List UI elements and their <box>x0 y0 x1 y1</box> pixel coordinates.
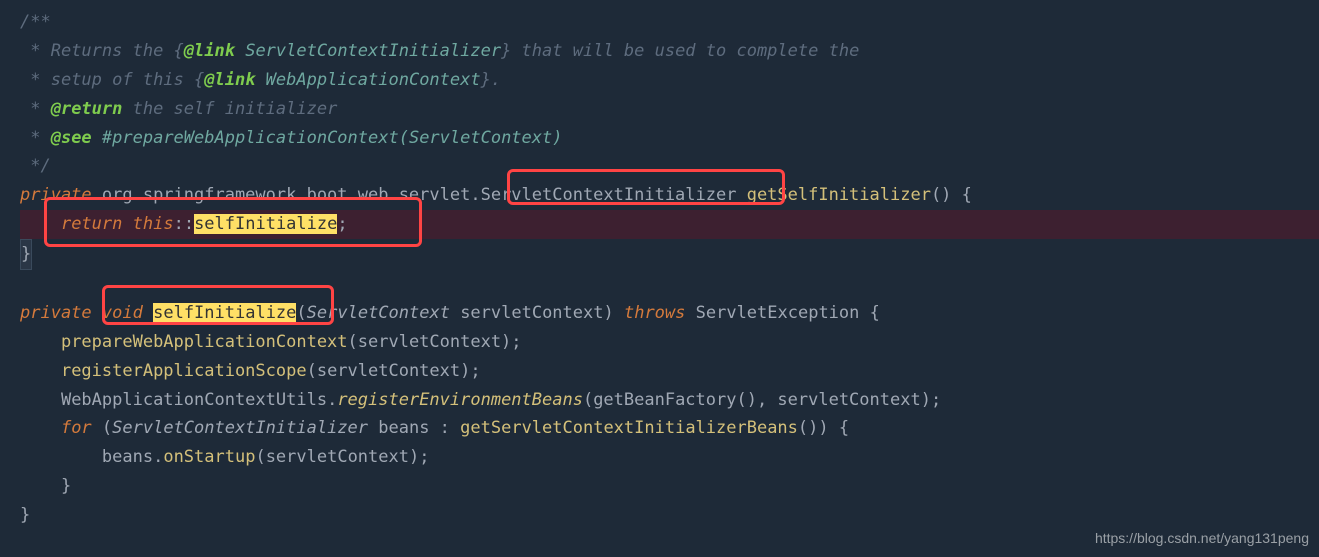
comment-text: * <box>20 70 51 90</box>
punctuation: . <box>327 390 337 410</box>
args: (servletContext); <box>255 447 429 467</box>
comment-text: /** <box>20 12 51 32</box>
code-line: * @see #prepareWebApplicationContext(Ser… <box>20 124 1319 153</box>
indent <box>20 418 61 438</box>
code-line: } <box>20 472 1319 501</box>
indent <box>20 332 61 352</box>
punctuation: ()) { <box>798 418 849 438</box>
code-line: registerApplicationScope(servletContext)… <box>20 357 1319 386</box>
punctuation: ; <box>337 214 347 234</box>
keyword: return <box>61 214 122 234</box>
package-path: org.springframework.boot.web.servlet. <box>92 185 481 205</box>
space <box>92 303 102 323</box>
doc-link: WebApplicationContext <box>255 70 480 90</box>
code-line: } <box>20 501 1319 530</box>
brace: } <box>20 505 30 525</box>
comment-text: } that will be used to complete the <box>501 41 859 61</box>
code-line: /** <box>20 8 1319 37</box>
args: (servletContext); <box>307 361 481 381</box>
comment-text: Returns the { <box>51 41 184 61</box>
comment-text: the self initializer <box>122 99 337 119</box>
exception-type: ServletException { <box>685 303 879 323</box>
doc-tag: @see <box>51 128 92 148</box>
method-call: getServletContextInitializerBeans <box>460 418 798 438</box>
code-line: private org.springframework.boot.web.ser… <box>20 181 1319 210</box>
keyword: private <box>20 303 92 323</box>
comment-text: * <box>20 99 51 119</box>
args: (servletContext); <box>348 332 522 352</box>
indent <box>20 476 61 496</box>
punctuation: () { <box>931 185 972 205</box>
method-name-highlighted: selfInitialize <box>153 303 296 323</box>
code-line-empty <box>20 270 1319 299</box>
variable: beans <box>102 447 153 467</box>
indent <box>20 390 61 410</box>
variable: beans : <box>368 418 460 438</box>
code-line: prepareWebApplicationContext(servletCont… <box>20 328 1319 357</box>
punctuation: . <box>153 447 163 467</box>
space <box>143 303 153 323</box>
code-line-highlighted: return this::selfInitialize; <box>20 210 1319 239</box>
code-line: WebApplicationContextUtils.registerEnvir… <box>20 386 1319 415</box>
type-name: ServletContextInitializer <box>481 185 737 205</box>
param-name: servletContext <box>450 303 604 323</box>
code-editor[interactable]: /** * Returns the {@link ServletContextI… <box>0 0 1319 530</box>
method-ref-highlighted: selfInitialize <box>194 214 337 234</box>
punctuation: ( <box>296 303 306 323</box>
doc-tag: @link <box>184 41 235 61</box>
indent <box>20 214 61 234</box>
comment-text: * <box>20 128 51 148</box>
brace-cursor: } <box>20 239 32 270</box>
code-line: private void selfInitialize(ServletConte… <box>20 299 1319 328</box>
comment-text: * <box>20 41 51 61</box>
code-line: * Returns the {@link ServletContextIniti… <box>20 37 1319 66</box>
doc-link: #prepareWebApplicationContext(ServletCon… <box>92 128 563 148</box>
method-call: prepareWebApplicationContext <box>61 332 348 352</box>
args: (getBeanFactory(), servletContext); <box>583 390 941 410</box>
doc-tag: @link <box>204 70 255 90</box>
indent <box>20 361 61 381</box>
keyword-this: this <box>133 214 174 234</box>
watermark: https://blog.csdn.net/yang131peng <box>1095 527 1309 551</box>
method-call: registerEnvironmentBeans <box>337 390 583 410</box>
keyword: void <box>102 303 143 323</box>
comment-text: */ <box>20 156 51 176</box>
comment-text: setup of this { <box>51 70 205 90</box>
code-line: * setup of this {@link WebApplicationCon… <box>20 66 1319 95</box>
class-name: WebApplicationContextUtils <box>61 390 327 410</box>
comment-text: }. <box>481 70 501 90</box>
code-line: * @return the self initializer <box>20 95 1319 124</box>
method-call: onStartup <box>163 447 255 467</box>
punctuation: ( <box>92 418 112 438</box>
doc-link: ServletContextInitializer <box>235 41 501 61</box>
method-name: getSelfInitializer <box>736 185 930 205</box>
space <box>122 214 132 234</box>
doc-tag: @return <box>51 99 123 119</box>
punctuation: :: <box>174 214 194 234</box>
punctuation: ) <box>603 303 623 323</box>
method-call: registerApplicationScope <box>61 361 307 381</box>
type-name: ServletContextInitializer <box>112 418 368 438</box>
code-line: beans.onStartup(servletContext); <box>20 443 1319 472</box>
code-line: */ <box>20 152 1319 181</box>
code-line: for (ServletContextInitializer beans : g… <box>20 414 1319 443</box>
keyword: for <box>61 418 92 438</box>
keyword: private <box>20 185 92 205</box>
keyword: throws <box>624 303 685 323</box>
param-type: ServletContext <box>307 303 450 323</box>
indent <box>20 447 102 467</box>
brace: } <box>61 476 71 496</box>
code-line: } <box>20 239 1319 270</box>
